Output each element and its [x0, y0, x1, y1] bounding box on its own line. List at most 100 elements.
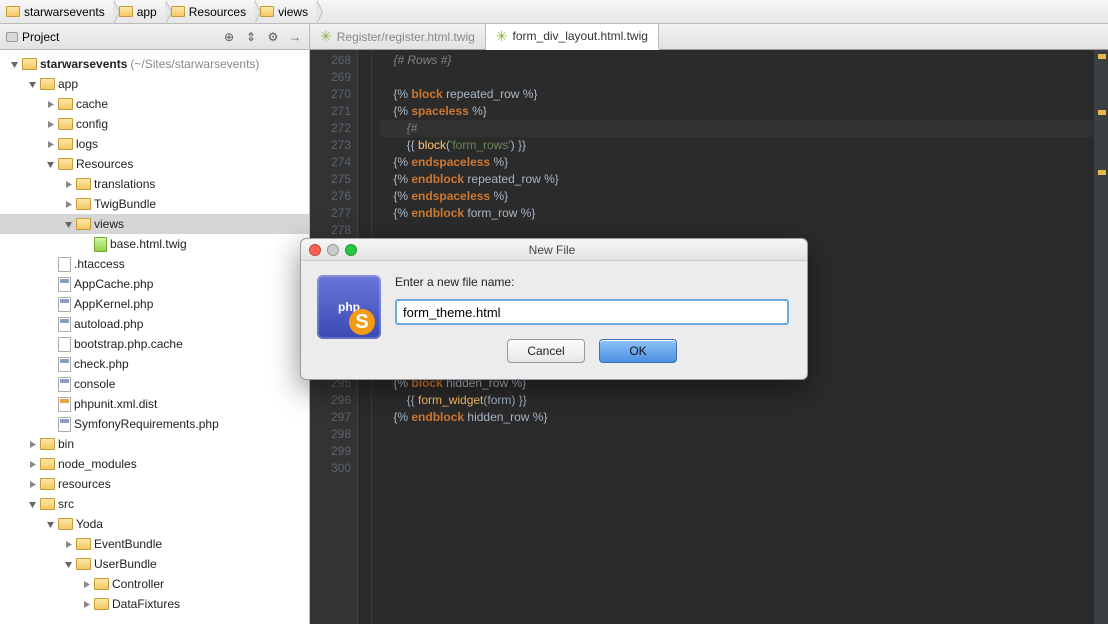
marker[interactable]	[1098, 110, 1106, 115]
tree-expander[interactable]	[45, 379, 55, 389]
folder-icon	[94, 578, 109, 590]
tree-node[interactable]: TwigBundle	[0, 194, 309, 214]
tree-node[interactable]: check.php	[0, 354, 309, 374]
tree-expander[interactable]	[45, 519, 55, 529]
tree-node[interactable]: AppKernel.php	[0, 294, 309, 314]
tree-expander[interactable]	[81, 599, 91, 609]
folder-icon	[76, 198, 91, 210]
tree-expander[interactable]	[45, 99, 55, 109]
marker[interactable]	[1098, 170, 1106, 175]
file-icon	[58, 257, 71, 272]
tree-node[interactable]: SymfonyRequirements.php	[0, 414, 309, 434]
folder-icon	[260, 6, 274, 17]
marker[interactable]	[1098, 54, 1106, 59]
editor-tab[interactable]: ✳form_div_layout.html.twig	[486, 24, 659, 50]
tree-expander[interactable]	[45, 419, 55, 429]
breadcrumb-item[interactable]: starwarsevents	[0, 0, 113, 23]
tree-node[interactable]: Yoda	[0, 514, 309, 534]
tree-expander[interactable]	[45, 159, 55, 169]
tree-node[interactable]: console	[0, 374, 309, 394]
tree-node[interactable]: EventBundle	[0, 534, 309, 554]
tree-expander[interactable]	[27, 459, 37, 469]
tree-expander[interactable]	[27, 499, 37, 509]
tree-expander[interactable]	[45, 279, 55, 289]
tree-expander[interactable]	[63, 559, 73, 569]
tree-expander[interactable]	[9, 59, 19, 69]
tree-node[interactable]: resources	[0, 474, 309, 494]
tree-expander[interactable]	[45, 119, 55, 129]
collapse-icon[interactable]: ⇕	[243, 29, 259, 45]
project-tree[interactable]: starwarsevents (~/Sites/starwarsevents)a…	[0, 50, 309, 624]
tree-node[interactable]: src	[0, 494, 309, 514]
tree-node[interactable]: DataFixtures	[0, 594, 309, 614]
tree-node[interactable]: logs	[0, 134, 309, 154]
hide-icon[interactable]: →	[287, 29, 303, 45]
tree-node[interactable]: .htaccess	[0, 254, 309, 274]
folder-icon	[58, 138, 73, 150]
filename-input[interactable]	[395, 299, 789, 325]
tree-node[interactable]: Resources	[0, 154, 309, 174]
tree-expander[interactable]	[81, 239, 91, 249]
tree-expander[interactable]	[63, 199, 73, 209]
tree-expander[interactable]	[63, 219, 73, 229]
gear-icon[interactable]: ⚙	[265, 29, 281, 45]
tree-expander[interactable]	[27, 439, 37, 449]
dialog-title: New File	[363, 243, 741, 257]
tree-label: cache	[76, 97, 108, 111]
tree-label: resources	[58, 477, 111, 491]
tree-expander[interactable]	[81, 579, 91, 589]
tree-node[interactable]: translations	[0, 174, 309, 194]
tree-node[interactable]: views	[0, 214, 309, 234]
tree-node[interactable]: base.html.twig	[0, 234, 309, 254]
tree-label: bin	[58, 437, 74, 451]
tree-expander[interactable]	[27, 479, 37, 489]
tree-node[interactable]: phpunit.xml.dist	[0, 394, 309, 414]
tree-expander[interactable]	[45, 299, 55, 309]
target-icon[interactable]: ⊕	[221, 29, 237, 45]
tree-node[interactable]: AppCache.php	[0, 274, 309, 294]
tree-label: DataFixtures	[112, 597, 180, 611]
cancel-button[interactable]: Cancel	[507, 339, 585, 363]
tree-node[interactable]: config	[0, 114, 309, 134]
tree-label: AppKernel.php	[74, 297, 153, 311]
tree-expander[interactable]	[45, 339, 55, 349]
editor-tabs: ✳Register/register.html.twig✳form_div_la…	[310, 24, 1108, 50]
php-file-icon	[58, 277, 71, 292]
tree-node[interactable]: node_modules	[0, 454, 309, 474]
folder-icon	[6, 6, 20, 17]
dialog-titlebar[interactable]: New File	[301, 239, 807, 261]
tree-label: check.php	[74, 357, 129, 371]
tree-node[interactable]: bootstrap.php.cache	[0, 334, 309, 354]
tree-expander[interactable]	[45, 399, 55, 409]
tree-label: bootstrap.php.cache	[74, 337, 183, 351]
breadcrumb-item[interactable]: Resources	[165, 0, 254, 23]
folder-icon	[58, 518, 73, 530]
folder-icon	[76, 558, 91, 570]
breadcrumb-item[interactable]: app	[113, 0, 165, 23]
ok-button[interactable]: OK	[599, 339, 677, 363]
tree-expander[interactable]	[45, 359, 55, 369]
close-icon[interactable]	[309, 244, 321, 256]
tree-label: src	[58, 497, 74, 511]
zoom-icon[interactable]	[345, 244, 357, 256]
tree-expander[interactable]	[27, 79, 37, 89]
tree-node[interactable]: cache	[0, 94, 309, 114]
breadcrumb-item[interactable]: views	[254, 0, 316, 23]
tree-node[interactable]: starwarsevents (~/Sites/starwarsevents)	[0, 54, 309, 74]
tree-expander[interactable]	[63, 179, 73, 189]
tree-label: SymfonyRequirements.php	[74, 417, 219, 431]
editor-tab[interactable]: ✳Register/register.html.twig	[310, 24, 486, 49]
twig-file-icon	[94, 237, 107, 252]
minimize-icon[interactable]	[327, 244, 339, 256]
tree-node[interactable]: app	[0, 74, 309, 94]
tree-expander[interactable]	[45, 319, 55, 329]
tree-node[interactable]: autoload.php	[0, 314, 309, 334]
tree-node[interactable]: bin	[0, 434, 309, 454]
tree-node[interactable]: UserBundle	[0, 554, 309, 574]
tree-expander[interactable]	[45, 139, 55, 149]
folder-icon	[40, 458, 55, 470]
error-stripe[interactable]	[1094, 50, 1108, 624]
tree-node[interactable]: Controller	[0, 574, 309, 594]
tree-expander[interactable]	[45, 259, 55, 269]
tree-expander[interactable]	[63, 539, 73, 549]
